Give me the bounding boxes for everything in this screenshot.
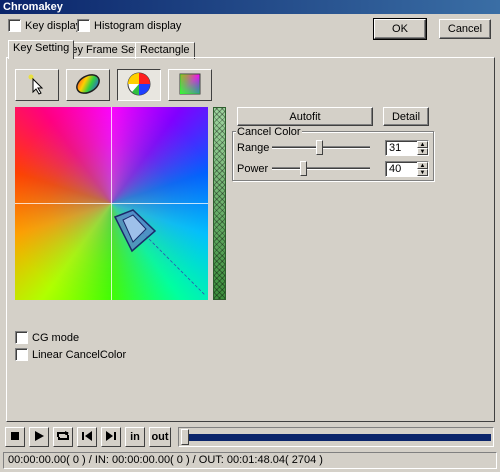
cg-mode-box[interactable]	[15, 331, 28, 344]
range-spin-down-icon[interactable]: ▼	[417, 148, 428, 155]
autofit-button[interactable]: Autofit	[237, 107, 373, 126]
play-icon	[34, 430, 44, 444]
chromakey-window: Chromakey Key display Histogram display …	[0, 0, 500, 472]
cancel-color-title: Cancel Color	[236, 126, 302, 138]
histogram-display-box[interactable]	[77, 19, 90, 32]
tool-color-square[interactable]	[168, 69, 212, 101]
ok-button[interactable]: OK	[373, 18, 427, 40]
range-slider-thumb[interactable]	[316, 140, 323, 155]
range-spin-arrows[interactable]: ▲ ▼	[417, 141, 428, 155]
linear-cancel-color-checkbox[interactable]: Linear CancelColor	[15, 348, 126, 361]
status-bar: 00:00:00.00( 0 ) / IN: 00:00:00.00( 0 ) …	[3, 452, 497, 469]
power-spin-arrows[interactable]: ▲ ▼	[417, 162, 428, 176]
cancel-button[interactable]: Cancel	[439, 19, 491, 39]
step-back-button[interactable]	[77, 427, 97, 447]
tool-pointer[interactable]	[15, 69, 59, 101]
cg-mode-label: CG mode	[32, 331, 80, 344]
linear-cancel-color-label: Linear CancelColor	[32, 348, 127, 361]
stop-icon	[10, 431, 20, 444]
tool-color-wheel[interactable]	[117, 69, 161, 101]
cg-mode-checkbox[interactable]: CG mode	[15, 331, 79, 344]
step-back-icon	[81, 430, 93, 444]
power-slider-track[interactable]	[272, 167, 370, 170]
loop-button[interactable]	[53, 427, 73, 447]
timeline-track	[189, 434, 491, 441]
pointer-icon	[27, 73, 47, 98]
linear-cancel-color-box[interactable]	[15, 348, 28, 361]
step-forward-button[interactable]	[101, 427, 121, 447]
range-spin-up-icon[interactable]: ▲	[417, 141, 428, 148]
range-spinbox[interactable]: 31 ▲ ▼	[385, 140, 429, 156]
power-label: Power	[237, 163, 269, 175]
loop-icon	[56, 430, 70, 445]
mark-in-button[interactable]: in	[125, 427, 145, 447]
key-region[interactable]	[15, 107, 208, 300]
power-value[interactable]: 40	[389, 163, 401, 175]
stop-button[interactable]	[5, 427, 25, 447]
key-display-checkbox[interactable]: Key display	[8, 19, 81, 32]
detail-button[interactable]: Detail	[383, 107, 429, 126]
histogram-display-label: Histogram display	[94, 19, 182, 32]
color-plane[interactable]	[15, 107, 208, 300]
power-spin-up-icon[interactable]: ▲	[417, 162, 428, 169]
timeline-slider[interactable]	[178, 427, 494, 447]
color-wheel-icon	[126, 71, 152, 100]
timeline-knob[interactable]	[181, 429, 189, 445]
power-spin-down-icon[interactable]: ▼	[417, 169, 428, 176]
color-square-icon	[179, 73, 201, 98]
play-button[interactable]	[29, 427, 49, 447]
window-title: Chromakey	[0, 0, 500, 14]
key-display-label: Key display	[25, 19, 82, 32]
range-value[interactable]: 31	[389, 142, 401, 154]
power-spinbox[interactable]: 40 ▲ ▼	[385, 161, 429, 177]
histogram-display-checkbox[interactable]: Histogram display	[77, 19, 181, 32]
power-slider-thumb[interactable]	[300, 161, 307, 176]
tab-key-setting[interactable]: Key Setting	[8, 40, 75, 59]
color-ellipse-icon	[74, 72, 102, 99]
range-label: Range	[237, 142, 270, 154]
tool-color-ellipse[interactable]	[66, 69, 110, 101]
step-forward-icon	[105, 430, 117, 444]
key-display-box[interactable]	[8, 19, 21, 32]
mark-out-button[interactable]: out	[149, 427, 171, 447]
luminance-strip[interactable]	[213, 107, 226, 300]
